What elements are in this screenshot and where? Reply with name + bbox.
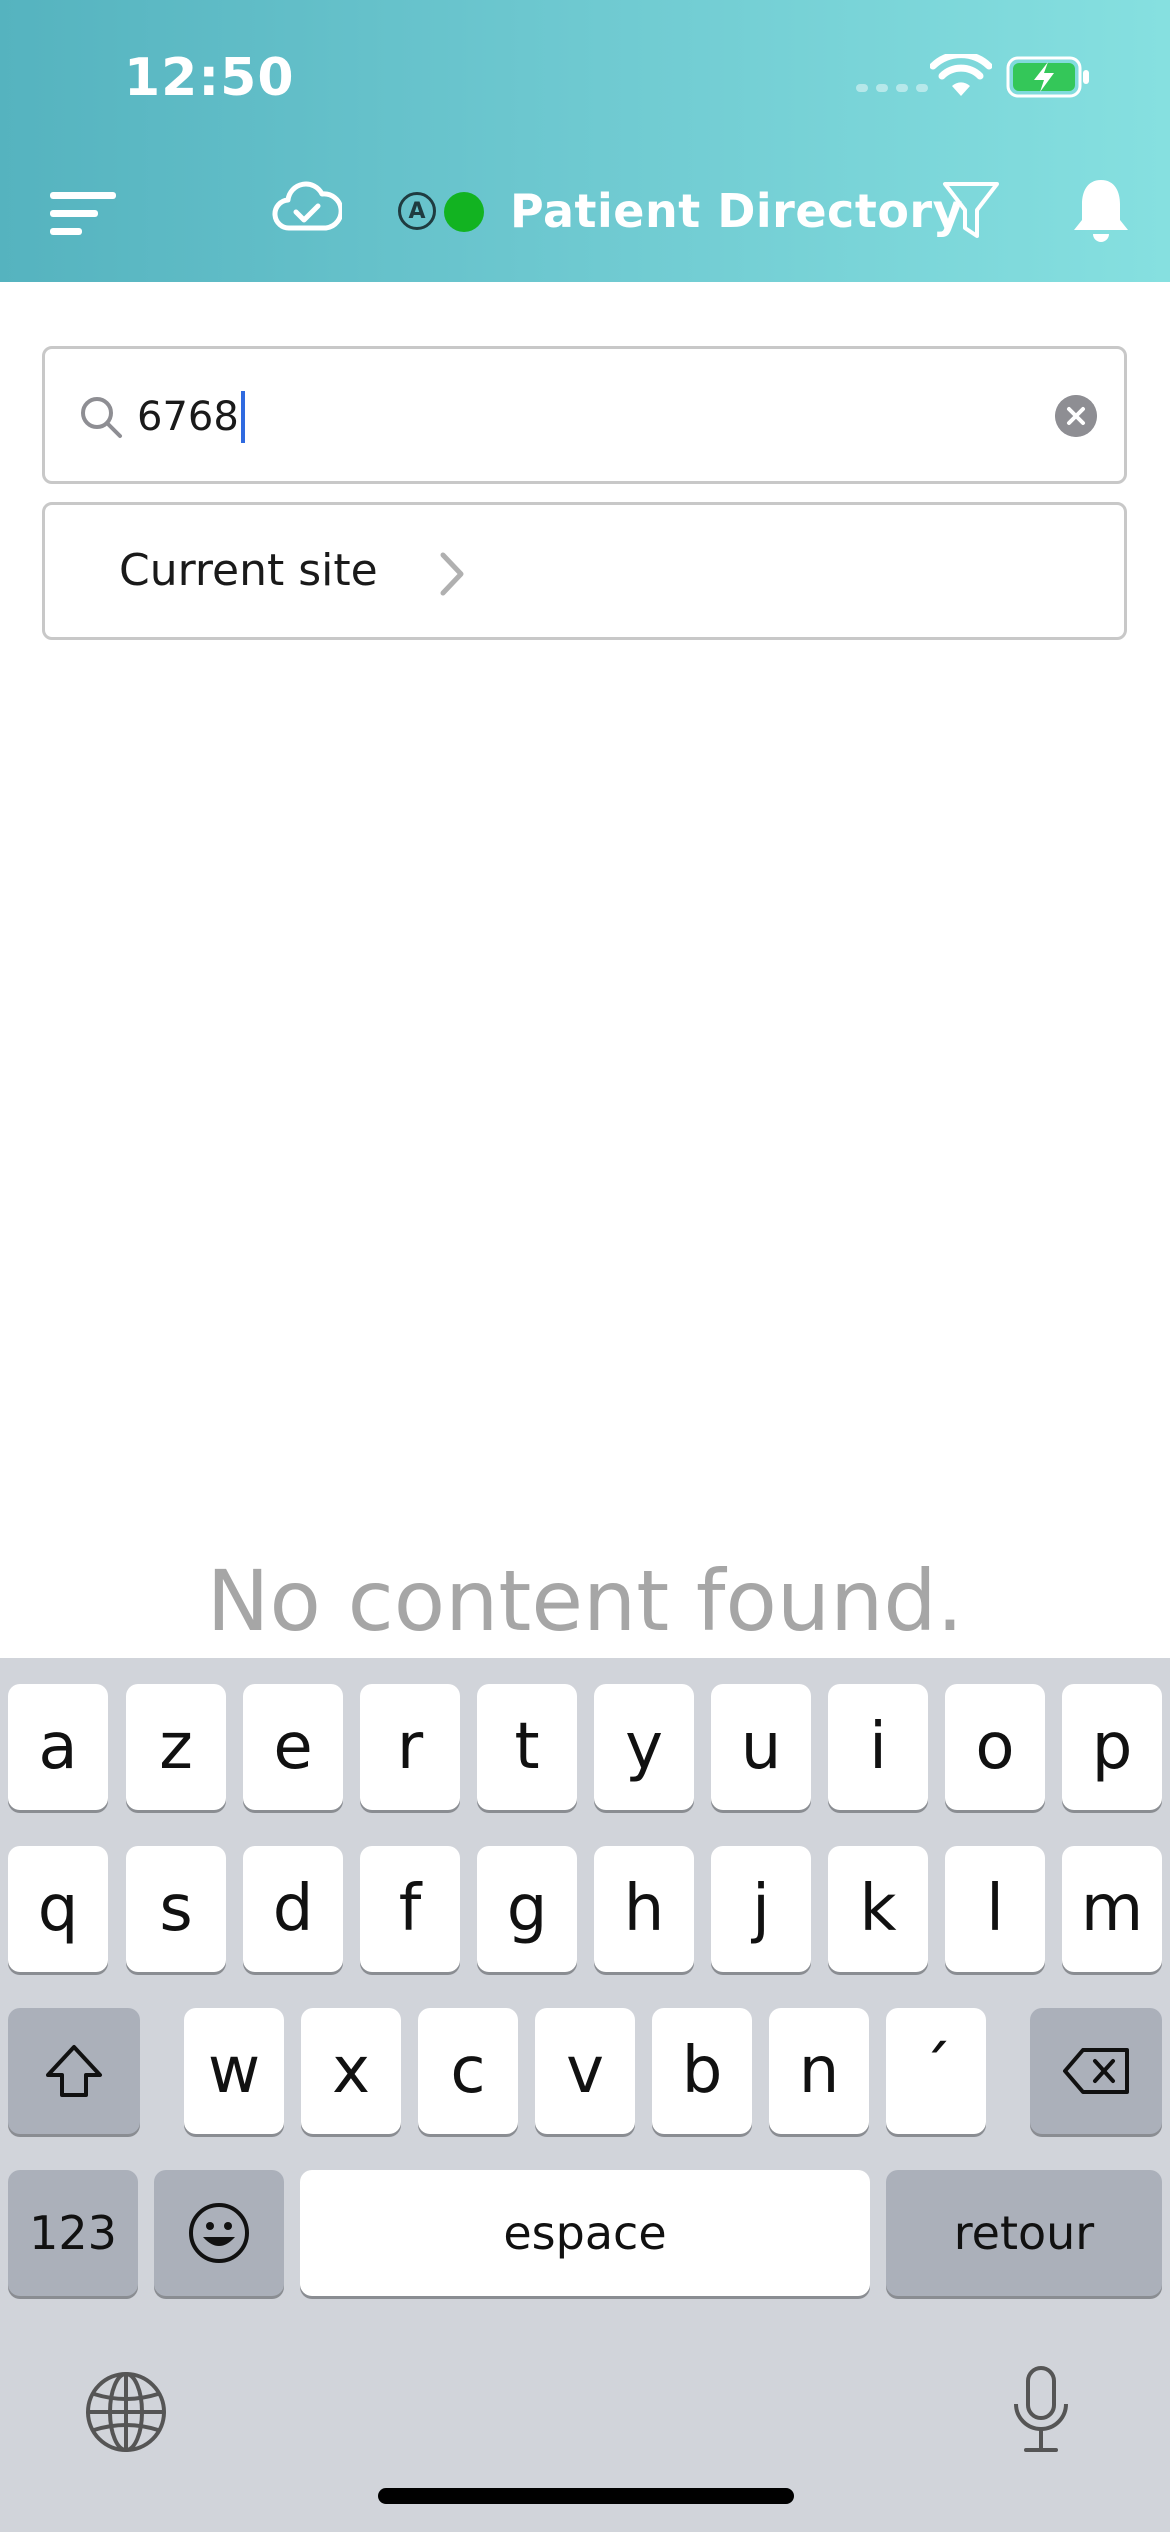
app-header: 12:50 A Patient Directory — [0, 0, 1170, 282]
cellular-signal-icon — [856, 84, 928, 92]
key-e[interactable]: e — [243, 1684, 343, 1810]
emoji-key[interactable] — [154, 2170, 284, 2296]
page-title: Patient Directory — [510, 184, 964, 238]
key-n[interactable]: n — [769, 2008, 869, 2134]
key-q[interactable]: q — [8, 1846, 108, 1972]
key-r[interactable]: r — [360, 1684, 460, 1810]
menu-icon[interactable] — [50, 190, 118, 236]
key-l[interactable]: l — [945, 1846, 1045, 1972]
bell-icon[interactable] — [1070, 176, 1132, 244]
backspace-icon — [1063, 2048, 1129, 2094]
delete-key[interactable] — [1030, 2008, 1162, 2134]
cloud-check-icon[interactable] — [272, 180, 342, 234]
key-p[interactable]: p — [1062, 1684, 1162, 1810]
shift-key[interactable] — [8, 2008, 140, 2134]
search-input[interactable]: 6768 — [42, 346, 1127, 484]
wifi-icon — [930, 54, 992, 96]
text-caret — [240, 391, 245, 443]
keyboard: a z e r t y u i o p q s d f g h j k l m … — [0, 1658, 1170, 2532]
key-h[interactable]: h — [594, 1846, 694, 1972]
search-text: 6768 — [137, 394, 239, 440]
space-key[interactable]: espace — [300, 2170, 870, 2296]
return-key[interactable]: retour — [886, 2170, 1162, 2296]
key-t[interactable]: t — [477, 1684, 577, 1810]
key-k[interactable]: k — [828, 1846, 928, 1972]
key-j[interactable]: j — [711, 1846, 811, 1972]
key-o[interactable]: o — [945, 1684, 1045, 1810]
key-x[interactable]: x — [301, 2008, 401, 2134]
filter-icon[interactable] — [942, 180, 1000, 242]
mode-badge: A — [398, 192, 436, 230]
online-status-indicator — [444, 192, 484, 232]
key-acute-accent[interactable]: ´ — [886, 2008, 986, 2134]
status-time: 12:50 — [124, 48, 295, 108]
site-selector[interactable]: Current site — [42, 502, 1127, 640]
empty-state-message: No content found. — [206, 1552, 964, 1650]
shift-icon — [46, 2045, 102, 2097]
key-f[interactable]: f — [360, 1846, 460, 1972]
key-y[interactable]: y — [594, 1684, 694, 1810]
microphone-icon[interactable] — [1010, 2364, 1072, 2456]
key-g[interactable]: g — [477, 1846, 577, 1972]
clear-search-button[interactable] — [1055, 395, 1097, 437]
site-selector-label: Current site — [119, 545, 378, 596]
key-i[interactable]: i — [828, 1684, 928, 1810]
emoji-icon — [189, 2203, 249, 2263]
numbers-key[interactable]: 123 — [8, 2170, 138, 2296]
chevron-right-icon — [440, 552, 464, 596]
key-u[interactable]: u — [711, 1684, 811, 1810]
key-m[interactable]: m — [1062, 1846, 1162, 1972]
key-z[interactable]: z — [126, 1684, 226, 1810]
key-c[interactable]: c — [418, 2008, 518, 2134]
key-d[interactable]: d — [243, 1846, 343, 1972]
search-icon — [81, 397, 122, 438]
key-v[interactable]: v — [535, 2008, 635, 2134]
key-a[interactable]: a — [8, 1684, 108, 1810]
key-w[interactable]: w — [184, 2008, 284, 2134]
battery-charging-icon — [1006, 56, 1089, 98]
key-b[interactable]: b — [652, 2008, 752, 2134]
key-s[interactable]: s — [126, 1846, 226, 1972]
search-value: 6768 — [137, 391, 245, 443]
globe-icon[interactable] — [84, 2370, 168, 2454]
home-indicator — [378, 2488, 794, 2504]
